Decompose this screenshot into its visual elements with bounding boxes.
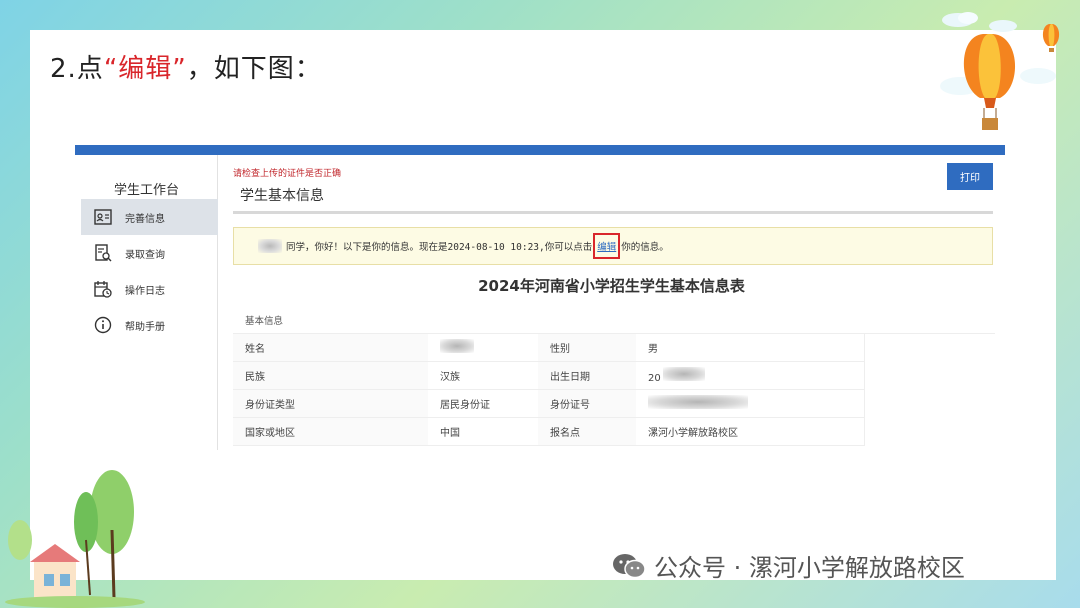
redacted-value xyxy=(648,394,748,409)
redacted-value xyxy=(440,338,474,353)
field-value: 中国 xyxy=(428,417,538,446)
slide-title-suffix: ，如下图： xyxy=(186,54,322,84)
sidebar-item-help-manual[interactable]: 帮助手册 xyxy=(81,307,218,343)
field-label: 国家或地区 xyxy=(233,417,428,446)
field-label: 报名点 xyxy=(538,417,636,446)
field-label: 出生日期 xyxy=(538,361,636,390)
field-value: 汉族 xyxy=(428,361,538,390)
print-button[interactable]: 打印 xyxy=(947,163,993,190)
wechat-icon xyxy=(613,553,646,578)
table-row: 姓名 性别 男 xyxy=(233,333,995,362)
sidebar-item-label: 帮助手册 xyxy=(125,321,165,333)
main-content: 请检查上传的证件是否正确 学生基本信息 打印 同学，你好！以下是你的信息。现在是… xyxy=(218,155,1005,450)
slide-title: 2.点“编辑”，如下图： xyxy=(50,48,322,85)
table-title: 2024年河南省小学招生学生基本信息表 xyxy=(478,277,745,295)
search-document-icon xyxy=(93,243,113,263)
section-title: 学生基本信息 xyxy=(240,188,324,204)
field-value: 20 xyxy=(636,361,865,390)
sidebar-item-label: 录取查询 xyxy=(125,249,165,261)
slide-title-prefix: 2.点 xyxy=(50,54,104,84)
calendar-clock-icon xyxy=(93,279,113,299)
redacted-name xyxy=(258,239,282,253)
student-info-table: 基本信息 姓名 性别 男 民族 汉族 出生日期 20 身份证类型 居民身份证 身… xyxy=(233,307,995,446)
sidebar-item-admission-query[interactable]: 录取查询 xyxy=(81,235,218,271)
upload-warning: 请检查上传的证件是否正确 xyxy=(233,169,342,179)
watermark: 公众号 · 漯河小学解放路校区 xyxy=(612,548,965,583)
sidebar-item-label: 完善信息 xyxy=(125,213,165,225)
field-value: 男 xyxy=(636,333,865,362)
table-header: 基本信息 xyxy=(233,307,995,334)
screenshot-panel: 学生工作台 完善信息 录取查询 操作日志 帮助手册 请检查上传的证件是否正确 学… xyxy=(75,145,1005,450)
sidebar-item-operation-log[interactable]: 操作日志 xyxy=(81,271,218,307)
field-value xyxy=(636,389,865,418)
field-label: 民族 xyxy=(233,361,428,390)
table-row: 身份证类型 居民身份证 身份证号 xyxy=(233,389,995,418)
field-label: 身份证号 xyxy=(538,389,636,418)
watermark-text: 公众号 · 漯河小学解放路校区 xyxy=(654,554,965,582)
field-label: 姓名 xyxy=(233,333,428,362)
notice-banner: 同学，你好！以下是你的信息。现在是2024-08-10 10:23,你可以点击 … xyxy=(233,227,993,265)
sidebar-item-label: 操作日志 xyxy=(125,285,165,297)
sidebar-item-complete-info[interactable]: 完善信息 xyxy=(81,199,218,235)
field-label: 性别 xyxy=(538,333,636,362)
profile-card-icon xyxy=(93,207,113,227)
notice-text-after: 你的信息。 xyxy=(621,242,669,253)
slide-title-highlight: “编辑” xyxy=(103,54,187,84)
sidebar-title: 学生工作台 xyxy=(113,183,179,198)
birthdate-partial: 20 xyxy=(648,372,661,384)
hot-air-balloon-icon xyxy=(940,12,1060,130)
edit-link[interactable]: 编辑 xyxy=(593,233,621,259)
field-value: 漯河小学解放路校区 xyxy=(636,417,865,446)
tree-house-illustration-icon xyxy=(5,470,145,608)
table-row: 国家或地区 中国 报名点 漯河小学解放路校区 xyxy=(233,417,995,446)
top-bar xyxy=(75,145,1005,155)
redacted-value xyxy=(662,366,705,381)
field-value: 居民身份证 xyxy=(428,389,538,418)
field-value xyxy=(428,333,538,362)
sidebar: 学生工作台 完善信息 录取查询 操作日志 帮助手册 xyxy=(75,155,218,450)
notice-text-before: 同学，你好！以下是你的信息。现在是2024-08-10 10:23,你可以点击 xyxy=(286,242,593,253)
field-label: 身份证类型 xyxy=(233,389,428,418)
info-icon xyxy=(93,315,113,335)
section-divider xyxy=(233,211,993,214)
table-row: 民族 汉族 出生日期 20 xyxy=(233,361,995,390)
table-header-row: 基本信息 xyxy=(233,307,995,334)
